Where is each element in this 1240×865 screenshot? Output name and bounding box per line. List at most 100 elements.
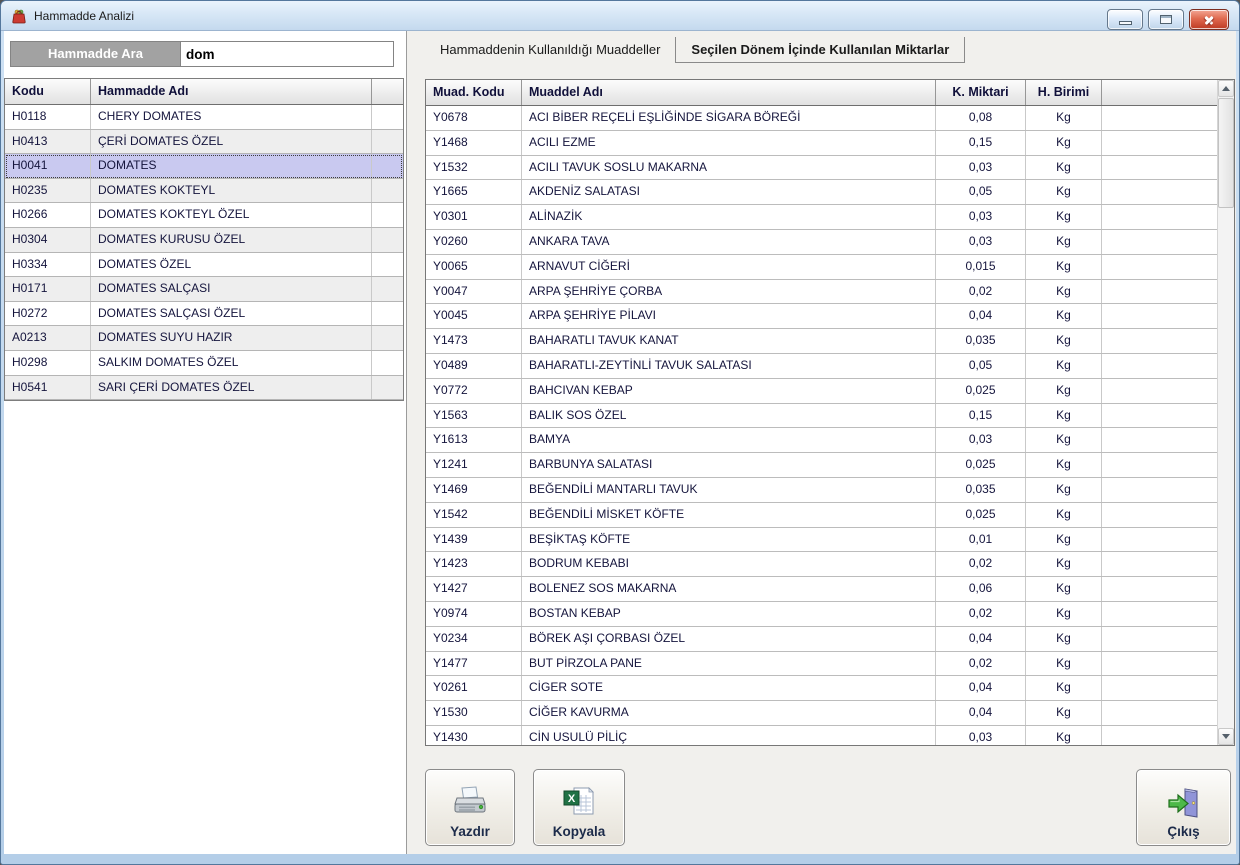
muaddel-row[interactable]: Y0489BAHARATLI-ZEYTİNLİ TAVUK SALATASI0,… xyxy=(426,354,1217,379)
cell-filler xyxy=(372,203,403,227)
muaddel-row[interactable]: Y0065ARNAVUT CİĞERİ0,015Kg xyxy=(426,255,1217,280)
minimize-icon xyxy=(1119,21,1132,25)
col-header-filler xyxy=(372,79,403,104)
muaddel-row[interactable]: Y1469BEĞENDİLİ MANTARLI TAVUK0,035Kg xyxy=(426,478,1217,503)
muaddel-row[interactable]: Y1665AKDENİZ SALATASI0,05Kg xyxy=(426,180,1217,205)
muaddel-row[interactable]: Y1430CİN USULÜ PİLİÇ0,03Kg xyxy=(426,726,1217,746)
hammadde-grid-body: H0118CHERY DOMATESH0413ÇERİ DOMATES ÖZEL… xyxy=(5,105,403,400)
cell-kodu: H0304 xyxy=(5,228,91,252)
cell-filler xyxy=(372,277,403,301)
cell-filler xyxy=(1102,428,1217,452)
tab-kullanilan-miktarlar[interactable]: Seçilen Dönem İçinde Kullanılan Miktarla… xyxy=(675,37,965,63)
tab-kullanildigi-muaddeller[interactable]: Hammaddenin Kullanıldığı Muaddeller xyxy=(425,37,675,63)
muaddel-row[interactable]: Y0974BOSTAN KEBAP0,02Kg xyxy=(426,602,1217,627)
cell-filler xyxy=(372,326,403,350)
hammadde-row[interactable]: H0266DOMATES KOKTEYL ÖZEL xyxy=(5,203,403,228)
muaddel-row[interactable]: Y0234BÖREK AŞI ÇORBASI ÖZEL0,04Kg xyxy=(426,627,1217,652)
scroll-down-button[interactable] xyxy=(1218,728,1234,745)
hammadde-row[interactable]: H0118CHERY DOMATES xyxy=(5,105,403,130)
muaddel-row[interactable]: Y1613BAMYA0,03Kg xyxy=(426,428,1217,453)
print-button-label: Yazdır xyxy=(450,824,490,839)
cell-k-miktari: 0,025 xyxy=(936,503,1026,527)
titlebar[interactable]: Hammadde Analizi xyxy=(1,1,1239,31)
muaddel-row[interactable]: Y1427BOLENEZ SOS MAKARNA0,06Kg xyxy=(426,577,1217,602)
cell-filler xyxy=(1102,652,1217,676)
hammadde-row[interactable]: H0171DOMATES SALÇASI xyxy=(5,277,403,302)
hammadde-row[interactable]: H0413ÇERİ DOMATES ÖZEL xyxy=(5,130,403,155)
muaddel-row[interactable]: Y0045ARPA ŞEHRİYE PİLAVI0,04Kg xyxy=(426,304,1217,329)
search-input[interactable] xyxy=(181,42,393,66)
cell-k-miktari: 0,04 xyxy=(936,676,1026,700)
close-button[interactable] xyxy=(1189,9,1229,30)
hammadde-row[interactable]: H0235DOMATES KOKTEYL xyxy=(5,179,403,204)
print-button[interactable]: Yazdır xyxy=(425,769,515,846)
arrow-up-icon xyxy=(1222,86,1230,91)
cell-filler xyxy=(372,302,403,326)
cell-muaddel-adi: BAHCIVAN KEBAP xyxy=(522,379,936,403)
cell-k-miktari: 0,02 xyxy=(936,652,1026,676)
muaddel-row[interactable]: Y1530CİĞER KAVURMA0,04Kg xyxy=(426,701,1217,726)
cell-muaddel-adi: BALIK SOS ÖZEL xyxy=(522,404,936,428)
col-header-kodu[interactable]: Kodu xyxy=(5,79,91,104)
cell-hammadde-adi: SALKIM DOMATES ÖZEL xyxy=(91,351,372,375)
muaddel-row[interactable]: Y1473BAHARATLI TAVUK KANAT0,035Kg xyxy=(426,329,1217,354)
hammadde-row[interactable]: H0272DOMATES SALÇASI ÖZEL xyxy=(5,302,403,327)
cell-filler xyxy=(1102,404,1217,428)
cell-k-miktari: 0,02 xyxy=(936,280,1026,304)
right-panel: Hammaddenin Kullanıldığı Muaddeller Seçi… xyxy=(407,31,1236,854)
cell-filler xyxy=(1102,205,1217,229)
cell-k-miktari: 0,05 xyxy=(936,354,1026,378)
muaddel-row[interactable]: Y0261CİGER SOTE0,04Kg xyxy=(426,676,1217,701)
cell-filler xyxy=(1102,478,1217,502)
col-header-k-miktari[interactable]: K. Miktari xyxy=(936,80,1026,105)
cell-hammadde-adi: DOMATES SUYU HAZIR xyxy=(91,326,372,350)
maximize-button[interactable] xyxy=(1148,9,1184,30)
cell-muaddel-adi: BEĞENDİLİ MİSKET KÖFTE xyxy=(522,503,936,527)
cell-k-miktari: 0,05 xyxy=(936,180,1026,204)
cell-kodu: H0266 xyxy=(5,203,91,227)
hammadde-row[interactable]: H0041DOMATES xyxy=(5,154,403,179)
col-header-hammadde-adi[interactable]: Hammadde Adı xyxy=(91,79,372,104)
muaddel-row[interactable]: Y0047ARPA ŞEHRİYE ÇORBA0,02Kg xyxy=(426,280,1217,305)
col-header-h-birimi[interactable]: H. Birimi xyxy=(1026,80,1102,105)
hammadde-row[interactable]: H0304DOMATES KURUSU ÖZEL xyxy=(5,228,403,253)
cell-h-birimi: Kg xyxy=(1026,404,1102,428)
scrollbar-thumb[interactable] xyxy=(1218,98,1234,208)
hammadde-row[interactable]: H0334DOMATES ÖZEL xyxy=(5,253,403,278)
muaddel-row[interactable]: Y1439BEŞİKTAŞ KÖFTE0,01Kg xyxy=(426,528,1217,553)
muaddel-row[interactable]: Y1468ACILI EZME0,15Kg xyxy=(426,131,1217,156)
exit-button[interactable]: Çıkış xyxy=(1136,769,1231,846)
hammadde-row[interactable]: H0541SARI ÇERİ DOMATES ÖZEL xyxy=(5,376,403,401)
col-header-muad-kodu[interactable]: Muad. Kodu xyxy=(426,80,522,105)
cell-h-birimi: Kg xyxy=(1026,255,1102,279)
cell-muad-kodu: Y1613 xyxy=(426,428,522,452)
cell-filler xyxy=(372,376,403,400)
muaddel-row[interactable]: Y0260ANKARA TAVA0,03Kg xyxy=(426,230,1217,255)
cell-filler xyxy=(1102,329,1217,353)
copy-button[interactable]: X Kopyala xyxy=(533,769,625,846)
cell-k-miktari: 0,08 xyxy=(936,106,1026,130)
cell-muaddel-adi: BÖREK AŞI ÇORBASI ÖZEL xyxy=(522,627,936,651)
scroll-up-button[interactable] xyxy=(1218,80,1234,97)
cell-k-miktari: 0,025 xyxy=(936,453,1026,477)
cell-filler xyxy=(1102,304,1217,328)
muaddel-row[interactable]: Y0301ALİNAZİK0,03Kg xyxy=(426,205,1217,230)
col-header-muaddel-adi[interactable]: Muaddel Adı xyxy=(522,80,936,105)
muaddel-row[interactable]: Y1423BODRUM KEBABI0,02Kg xyxy=(426,552,1217,577)
hammadde-row[interactable]: H0298SALKIM DOMATES ÖZEL xyxy=(5,351,403,376)
minimize-button[interactable] xyxy=(1107,9,1143,30)
cell-muaddel-adi: ACILI EZME xyxy=(522,131,936,155)
muaddel-row[interactable]: Y1241BARBUNYA SALATASI0,025Kg xyxy=(426,453,1217,478)
cell-h-birimi: Kg xyxy=(1026,131,1102,155)
cell-k-miktari: 0,02 xyxy=(936,602,1026,626)
muaddel-row[interactable]: Y1477BUT PİRZOLA PANE0,02Kg xyxy=(426,652,1217,677)
muaddel-row[interactable]: Y1542BEĞENDİLİ MİSKET KÖFTE0,025Kg xyxy=(426,503,1217,528)
muaddel-row[interactable]: Y1532ACILI TAVUK SOSLU MAKARNA0,03Kg xyxy=(426,156,1217,181)
muaddel-row[interactable]: Y0678ACI BİBER REÇELİ EŞLİĞİNDE SİGARA B… xyxy=(426,106,1217,131)
cell-muaddel-adi: BOSTAN KEBAP xyxy=(522,602,936,626)
muaddel-grid-body: Y0678ACI BİBER REÇELİ EŞLİĞİNDE SİGARA B… xyxy=(426,106,1217,746)
vertical-scrollbar[interactable] xyxy=(1217,80,1234,745)
muaddel-row[interactable]: Y0772BAHCIVAN KEBAP0,025Kg xyxy=(426,379,1217,404)
hammadde-row[interactable]: A0213DOMATES SUYU HAZIR xyxy=(5,326,403,351)
muaddel-row[interactable]: Y1563BALIK SOS ÖZEL0,15Kg xyxy=(426,404,1217,429)
